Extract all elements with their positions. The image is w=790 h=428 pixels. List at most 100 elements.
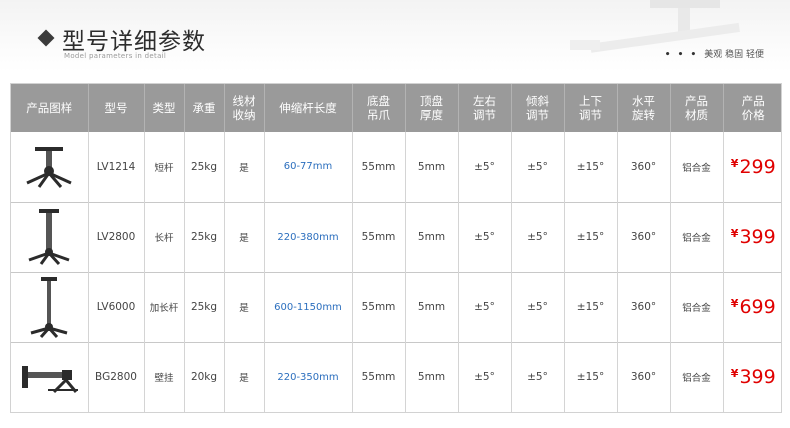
price-cell: ¥399 [722,341,781,412]
column-header: 倾斜 调节 [510,84,564,132]
long-ceiling-mount-icon [12,206,87,268]
column-header: 产品 价格 [722,84,781,132]
tilt-adjust-cell: ±5° [510,341,564,412]
price-value: 299 [739,155,776,178]
price-cell: ¥399 [722,201,781,272]
column-header-line2: 调节 [579,108,602,122]
product-image-cell [11,132,88,202]
table-row: BG2800 壁挂 20kg 是 220-350mm 55mm 5mm ±5° ±5° ±15° 3… [11,341,781,412]
model-cell: LV2800 [87,201,144,272]
column-header-line1: 伸缩杆长度 [279,101,337,115]
column-header: 水平 旋转 [616,84,670,132]
horizontal-rotation-cell: 360° [616,201,670,272]
cable-storage-cell: 是 [223,201,264,272]
horizontal-rotation-cell: 360° [616,341,670,412]
column-header-line2: 收纳 [232,108,256,122]
model-cell: LV6000 [87,271,144,342]
column-header-line1: 水平 [632,94,655,108]
tilt-adjust-cell: ±5° [510,201,564,272]
column-header: 型号 [87,84,144,132]
top-plate-thickness-cell: 5mm [404,271,458,342]
load-cell: 25kg [183,271,224,342]
column-header-line2: 吊爪 [367,108,390,122]
slogan: • • • 美观 稳固 轻便 [665,47,764,60]
column-header: 产品图样 [11,84,88,132]
tilt-adjust-cell: ±5° [510,271,564,342]
column-header: 线材 收纳 [223,84,264,132]
pole-length-cell: 220-380mm [263,201,352,272]
column-header-line1: 倾斜 [526,94,549,108]
column-header: 左右 调节 [457,84,511,132]
load-cell: 20kg [183,341,224,412]
load-cell: 25kg [183,201,224,272]
up-down-adjust-cell: ±15° [563,132,617,202]
slogan-text: 美观 稳固 轻便 [704,50,764,60]
currency-symbol: ¥ [730,297,739,310]
material-cell: 铝合金 [669,271,723,342]
left-right-adjust-cell: ±5° [457,271,511,342]
column-header-line1: 产品 [741,94,765,108]
price-cell: ¥699 [722,271,781,342]
pole-length-cell: 60-77mm [263,132,352,202]
column-header: 产品 材质 [669,84,723,132]
spec-table: 产品图样 型号 类型 承重 线材 收纳 伸缩杆长度 底盘 吊爪 顶盘 厚度 左右 调节 倾斜 调节 上下 调节水… [11,84,781,412]
table-row: LV6000 加长杆 25kg 是 600-1150mm 55mm 5mm ±5° ±5° ±15… [11,271,781,342]
type-cell: 壁挂 [143,341,184,412]
page-title: 型号详细参数 [62,29,206,55]
price-value: 399 [739,366,776,389]
type-cell: 加长杆 [143,271,184,342]
cable-storage-cell: 是 [223,132,264,202]
table-header-row: 产品图样 型号 类型 承重 线材 收纳 伸缩杆长度 底盘 吊爪 顶盘 厚度 左右 调节 倾斜 调节 上下 调节水… [11,84,781,132]
column-header-line1: 顶盘 [420,94,443,108]
currency-symbol: ¥ [730,227,739,240]
column-header-line2: 调节 [473,108,496,122]
type-cell: 短杆 [143,132,184,202]
column-header: 承重 [183,84,224,132]
column-header-line2: 厚度 [420,108,443,122]
load-cell: 25kg [183,132,224,202]
material-cell: 铝合金 [669,201,723,272]
column-header: 伸缩杆长度 [263,84,352,132]
up-down-adjust-cell: ±15° [563,271,617,342]
product-image-cell [11,271,88,342]
short-ceiling-mount-icon [12,139,87,195]
column-header-line1: 型号 [104,101,128,115]
price-value: 699 [739,296,776,318]
spec-table-container: 产品图样 型号 类型 承重 线材 收纳 伸缩杆长度 底盘 吊爪 顶盘 厚度 左右 调节 倾斜 调节 上下 调节水… [10,83,782,413]
column-header: 底盘 吊爪 [351,84,405,132]
left-right-adjust-cell: ±5° [457,201,511,272]
cable-storage-cell: 是 [223,341,264,412]
table-row: LV2800 长杆 25kg 是 220-380mm 55mm 5mm ±5° ±5° ±15° 3… [11,201,781,272]
column-header-line1: 线材 [232,94,256,108]
horizontal-rotation-cell: 360° [616,271,670,342]
column-header-line1: 类型 [152,101,176,115]
slogan-dots: • • • [664,50,699,60]
material-cell: 铝合金 [669,132,723,202]
page-subtitle: Model parameters in detail [64,52,167,60]
column-header: 顶盘 厚度 [404,84,458,132]
material-cell: 铝合金 [669,341,723,412]
model-cell: BG2800 [87,341,144,412]
top-plate-thickness-cell: 5mm [404,132,458,202]
product-image-cell [11,201,88,272]
column-header-line1: 产品图样 [26,101,73,115]
top-plate-thickness-cell: 5mm [404,341,458,412]
tilt-adjust-cell: ±5° [510,132,564,202]
column-header-line1: 上下 [579,94,602,108]
column-header: 上下 调节 [563,84,617,132]
left-right-adjust-cell: ±5° [457,132,511,202]
column-header-line2: 材质 [685,108,708,122]
base-claw-cell: 55mm [351,271,405,342]
column-header-line2: 价格 [741,108,765,122]
top-plate-thickness-cell: 5mm [404,201,458,272]
type-cell: 长杆 [143,201,184,272]
wall-mount-icon [12,352,87,402]
currency-symbol: ¥ [730,156,739,170]
extra-long-ceiling-mount-icon [12,275,87,339]
column-header-line1: 底盘 [367,94,390,108]
model-cell: LV1214 [87,132,144,202]
up-down-adjust-cell: ±15° [563,341,617,412]
horizontal-rotation-cell: 360° [616,132,670,202]
column-header-line1: 产品 [685,94,708,108]
base-claw-cell: 55mm [351,132,405,202]
